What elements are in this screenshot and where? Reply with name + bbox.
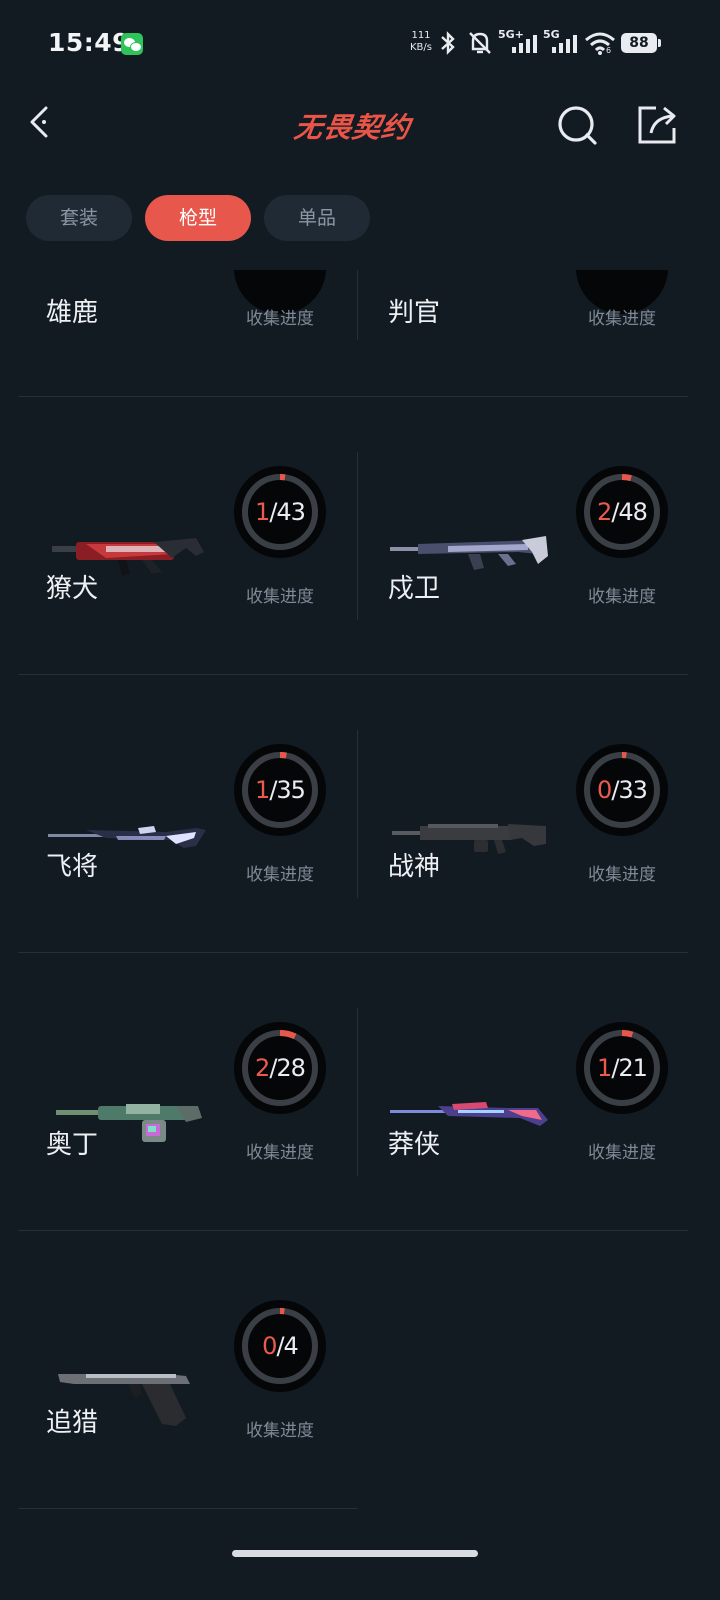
wifi-badge: 6 <box>606 46 612 55</box>
column-divider <box>357 1008 358 1176</box>
weapon-card-outlaw[interactable]: 0/4 追猎 收集进度 <box>16 1284 356 1540</box>
cell-signal-1-icon <box>512 35 537 53</box>
weapon-card-odin[interactable]: 2/28 奥丁 收集进度 <box>16 1006 356 1284</box>
status-bar: 15:49 111 KB/s 5G+ 5G 6 88 <box>0 0 720 90</box>
total-count: /43 <box>269 498 306 526</box>
owned-count: 2 <box>255 1054 270 1082</box>
cell-signal-2-icon <box>552 35 577 53</box>
column-divider <box>357 730 358 898</box>
progress-label: 收集进度 <box>246 1143 314 1163</box>
row-divider <box>18 952 688 953</box>
progress-ring: 2/48 <box>576 466 668 558</box>
total-count: /21 <box>611 1054 648 1082</box>
wifi-icon <box>585 32 615 55</box>
category-tabs: 套装 枪型 单品 <box>26 195 370 241</box>
tab-bundles[interactable]: 套装 <box>26 195 132 241</box>
row-divider <box>18 396 688 397</box>
weapon-grid: 雄鹿 收集进度 判官 收集进度 1/43 獠犬 收集进度 2/48 戍卫 收集进… <box>0 270 720 1540</box>
progress-ring: 0/33 <box>576 744 668 836</box>
row-divider <box>18 674 688 675</box>
wechat-notification-icon <box>121 33 143 55</box>
progress-label: 收集进度 <box>588 865 656 885</box>
weapon-name: 獠犬 <box>46 574 99 604</box>
weapon-name: 莽侠 <box>388 1130 441 1160</box>
owned-count: 2 <box>597 498 612 526</box>
progress-label: 收集进度 <box>246 865 314 885</box>
weapon-card-ares[interactable]: 0/33 战神 收集进度 <box>358 728 698 1006</box>
owned-count: 1 <box>597 1054 612 1082</box>
progress-ring: 2/28 <box>234 1022 326 1114</box>
total-count: /28 <box>269 1054 306 1082</box>
weapon-card-operator[interactable]: 1/35 飞将 收集进度 <box>16 728 356 1006</box>
weapon-name: 雄鹿 <box>46 298 99 328</box>
owned-count: 0 <box>262 1332 277 1360</box>
owned-count: 0 <box>597 776 612 804</box>
progress-label: 收集进度 <box>588 587 656 607</box>
app-logo: 无畏契约 <box>292 111 413 144</box>
weapon-card-guardian[interactable]: 2/48 戍卫 收集进度 <box>358 450 698 728</box>
bluetooth-icon <box>441 31 455 55</box>
weapon-card-marshal[interactable]: 1/21 莽侠 收集进度 <box>358 1006 698 1284</box>
weapon-card-bulldog[interactable]: 雄鹿 收集进度 <box>16 270 356 329</box>
progress-label: 收集进度 <box>246 587 314 607</box>
owned-count: 1 <box>255 498 270 526</box>
weapon-name: 飞将 <box>46 852 99 882</box>
total-count: /35 <box>269 776 306 804</box>
column-divider <box>357 270 358 340</box>
progress-label: 收集进度 <box>588 309 656 329</box>
weapon-name: 战神 <box>388 852 441 882</box>
progress-ring: 0/4 <box>234 1300 326 1392</box>
weapon-name: 奥丁 <box>46 1130 99 1160</box>
total-count: /33 <box>611 776 648 804</box>
progress-label: 收集进度 <box>588 1143 656 1163</box>
column-divider <box>357 452 358 620</box>
weapon-name: 戍卫 <box>388 574 441 604</box>
tab-weapon-types[interactable]: 枪型 <box>145 195 251 241</box>
weapon-name: 判官 <box>388 298 441 328</box>
weapon-card-judge[interactable]: 判官 收集进度 <box>358 270 698 329</box>
app-header: 无畏契约 <box>0 90 720 170</box>
progress-ring: 1/43 <box>234 466 326 558</box>
search-button[interactable] <box>554 102 600 148</box>
total-count: /4 <box>276 1332 298 1360</box>
progress-ring: 1/21 <box>576 1022 668 1114</box>
status-time: 15:49 <box>48 28 131 57</box>
network-speed-unit: KB/s <box>410 42 432 53</box>
tab-single-items[interactable]: 单品 <box>264 195 370 241</box>
network-speed: 111 KB/s <box>406 30 436 54</box>
weapon-card-bucky[interactable]: 1/43 獠犬 收集进度 <box>16 450 356 728</box>
home-indicator[interactable] <box>232 1550 478 1557</box>
row-divider <box>18 1230 688 1231</box>
back-button[interactable] <box>22 102 66 146</box>
progress-label: 收集进度 <box>246 1421 314 1441</box>
network-speed-value: 111 <box>411 30 431 41</box>
progress-label: 收集进度 <box>246 309 314 329</box>
weapon-name: 追猎 <box>46 1408 99 1438</box>
progress-ring: 1/35 <box>234 744 326 836</box>
owned-count: 1 <box>255 776 270 804</box>
battery-indicator: 88 <box>621 33 661 53</box>
total-count: /48 <box>611 498 648 526</box>
share-button[interactable] <box>634 102 680 148</box>
mute-bell-icon <box>469 32 491 54</box>
row-divider <box>18 1508 358 1509</box>
